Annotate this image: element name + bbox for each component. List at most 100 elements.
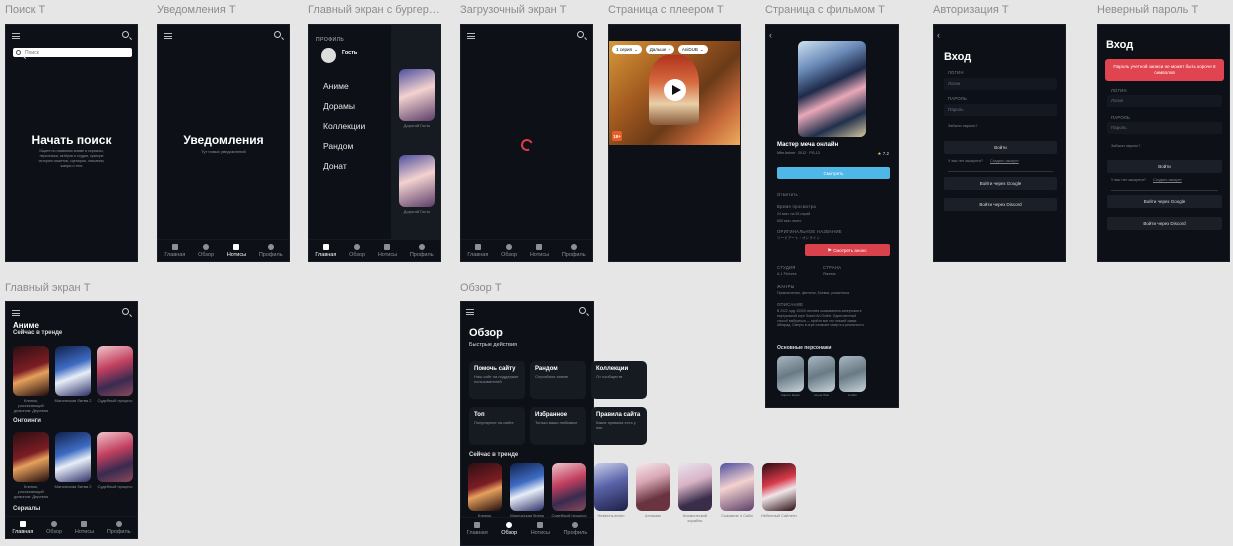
menu-icon[interactable]	[466, 309, 474, 315]
trailer-button[interactable]: ▶ Смотреть анонс	[805, 244, 890, 256]
wrong-password-frame: Вход Пароль учетной записи не может быть…	[1097, 24, 1230, 262]
nav-home[interactable]: Главная	[12, 520, 33, 535]
profile-section-label: ПРОФИЛЬ	[316, 37, 345, 43]
nav-home[interactable]: Главная	[315, 243, 336, 258]
poster[interactable]	[97, 346, 133, 396]
login-button[interactable]: Войти	[1107, 160, 1222, 173]
nav-profile[interactable]: Профиль	[562, 243, 586, 258]
menu-item-dramas[interactable]: Дорамы	[323, 96, 365, 116]
search-icon[interactable]	[577, 31, 584, 38]
register-link[interactable]: Создать аккаунт	[990, 159, 1019, 163]
poster[interactable]	[399, 155, 435, 207]
poster[interactable]	[13, 346, 49, 396]
watch-button[interactable]: Смотреть	[777, 167, 890, 179]
character-name: Кляйн	[848, 393, 857, 397]
menu-item-collections[interactable]: Коллекции	[323, 116, 365, 136]
nav-notices[interactable]: Нотисы	[378, 243, 397, 258]
nav-home[interactable]: Главная	[164, 243, 185, 258]
nav-profile[interactable]: Профиль	[563, 521, 587, 536]
nav-overview[interactable]: Обзор	[198, 243, 214, 258]
age-badge: 18+	[612, 131, 622, 141]
search-input[interactable]: Поиск	[13, 48, 132, 57]
quick-card-favorites[interactable]: Избранное Только ваши любимые	[530, 407, 586, 445]
frame-label-player: Страница с плеером T	[608, 4, 724, 16]
divider	[1111, 190, 1218, 191]
password-input[interactable]: Пароль	[1107, 122, 1222, 134]
nav-overview[interactable]: Обзор	[501, 243, 517, 258]
nav-notices[interactable]: Нотисы	[75, 520, 94, 535]
back-icon[interactable]: ‹	[937, 30, 940, 40]
forgot-password-link[interactable]: Забыли пароль?	[1111, 144, 1140, 148]
nav-notices[interactable]: Нотисы	[530, 243, 549, 258]
quick-card-rules[interactable]: Правила сайта Какие правила есть у нас	[591, 407, 647, 445]
menu-icon[interactable]	[12, 310, 20, 316]
password-input[interactable]: Пароль	[944, 104, 1057, 116]
register-link[interactable]: Создать аккаунт	[1153, 178, 1182, 182]
character-card[interactable]	[777, 356, 804, 392]
country-label: СТРАНА	[823, 265, 842, 270]
quick-card-top[interactable]: Топ Популярное на сайте	[469, 407, 525, 445]
chevron-right-icon: ›	[668, 46, 670, 52]
search-icon[interactable]	[122, 308, 129, 315]
search-icon[interactable]	[579, 307, 586, 314]
error-banner: Пароль учетной записи не может быть коро…	[1105, 59, 1224, 81]
menu-icon[interactable]	[164, 33, 172, 39]
poster[interactable]	[510, 463, 544, 511]
poster[interactable]	[678, 463, 712, 511]
nav-notices[interactable]: Нотисы	[531, 521, 550, 536]
duration-label: Время просмотра	[777, 204, 816, 209]
dub-select[interactable]: AniDUB ⌄	[677, 45, 708, 54]
bottom-nav: Главная Обзор Нотисы Профиль	[461, 239, 592, 261]
search-icon[interactable]	[274, 31, 281, 38]
poster[interactable]	[552, 463, 586, 511]
nav-overview[interactable]: Обзор	[349, 243, 365, 258]
search-icon[interactable]	[122, 31, 129, 38]
poster[interactable]	[13, 432, 49, 482]
nav-profile[interactable]: Профиль	[259, 243, 283, 258]
poster[interactable]	[594, 463, 628, 511]
character-card[interactable]	[839, 356, 866, 392]
poster[interactable]	[399, 69, 435, 121]
nav-home[interactable]: Главная	[467, 521, 488, 536]
poster-caption: Магическая битва 2	[54, 398, 92, 403]
character-card[interactable]	[808, 356, 835, 392]
poster[interactable]	[55, 432, 91, 482]
menu-item-anime[interactable]: Аниме	[323, 76, 365, 96]
login-input[interactable]: Логин	[944, 78, 1057, 90]
poster[interactable]	[468, 463, 502, 511]
google-login-button[interactable]: Войти через Google	[944, 177, 1057, 190]
next-button[interactable]: Дальше ›	[645, 45, 674, 54]
quick-card-collections[interactable]: Коллекции От сообществ	[591, 361, 647, 399]
duration-value: 24 мин. на 25 серий	[777, 212, 811, 216]
nav-profile[interactable]: Профиль	[107, 520, 131, 535]
google-login-button[interactable]: Войти через Google	[1107, 195, 1222, 208]
nav-overview[interactable]: Обзор	[501, 521, 517, 536]
poster[interactable]	[720, 463, 754, 511]
login-button[interactable]: Войти	[944, 141, 1057, 154]
menu-item-random[interactable]: Рандом	[323, 136, 365, 156]
play-button[interactable]	[664, 79, 686, 101]
player-frame: 18+ 1 серия ⌄ Дальше › AniDUB ⌄	[608, 24, 741, 262]
login-input[interactable]: Логин	[1107, 95, 1222, 107]
quick-card-help[interactable]: Помочь сайту Наш сайт на поддержке пользо…	[469, 361, 525, 399]
menu-item-donate[interactable]: Донат	[323, 156, 365, 176]
poster[interactable]	[762, 463, 796, 511]
avatar[interactable]	[321, 48, 336, 63]
nav-home[interactable]: Главная	[467, 243, 488, 258]
nav-overview[interactable]: Обзор	[46, 520, 62, 535]
series-title: Сериалы	[13, 506, 41, 512]
nav-notices[interactable]: Нотисы	[227, 243, 246, 258]
menu-icon[interactable]	[12, 33, 20, 39]
menu-icon[interactable]	[467, 33, 475, 39]
episode-select[interactable]: 1 серия ⌄	[612, 45, 642, 54]
video-player[interactable]: 18+	[609, 41, 740, 145]
discord-login-button[interactable]: Войти через Discord	[944, 198, 1057, 211]
poster[interactable]	[55, 346, 91, 396]
discord-login-button[interactable]: Войти через Discord	[1107, 217, 1222, 230]
poster[interactable]	[636, 463, 670, 511]
poster[interactable]	[97, 432, 133, 482]
quick-card-random[interactable]: Рандом Случайное аниме	[530, 361, 586, 399]
forgot-password-link[interactable]: Забыли пароль?	[948, 124, 977, 128]
back-icon[interactable]: ‹	[769, 30, 772, 40]
nav-profile[interactable]: Профиль	[410, 243, 434, 258]
